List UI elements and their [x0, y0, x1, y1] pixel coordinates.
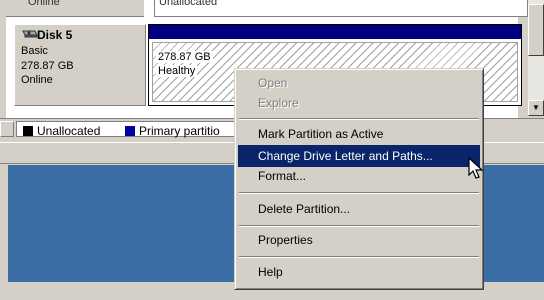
- primary-partition-swatch: [125, 126, 135, 136]
- disk-size: 278.87 GB: [21, 60, 74, 72]
- context-menu: Open Explore Mark Partition as Active Ch…: [234, 68, 484, 290]
- menu-item-format[interactable]: Format...: [238, 165, 480, 187]
- menu-separator: [239, 225, 479, 227]
- partition-status: Healthy: [156, 65, 198, 77]
- previous-partition-label: Unallocated: [159, 0, 218, 8]
- previous-disk-label[interactable]: Online: [6, 0, 144, 17]
- menu-item-open[interactable]: Open: [238, 72, 480, 94]
- previous-disk-partition[interactable]: Unallocated: [154, 0, 528, 17]
- menu-separator: [239, 256, 479, 258]
- menu-item-change-drive-letter[interactable]: Change Drive Letter and Paths...: [238, 145, 480, 167]
- scroll-down-button[interactable]: ▼: [528, 100, 544, 116]
- menu-item-explore[interactable]: Explore: [238, 92, 480, 114]
- menu-separator: [239, 192, 479, 194]
- menu-item-help[interactable]: Help: [238, 261, 480, 283]
- legend-primary-partition: Primary partitio: [139, 124, 220, 138]
- scrollbar-thumb[interactable]: [528, 4, 544, 56]
- disk-status: Online: [21, 74, 53, 86]
- menu-separator: [239, 118, 479, 120]
- menu-item-mark-active[interactable]: Mark Partition as Active: [238, 123, 480, 145]
- vertical-scrollbar[interactable]: ▼: [528, 0, 544, 116]
- legend-box: Unallocated Primary partitio: [16, 121, 240, 138]
- legend-unallocated: Unallocated: [37, 124, 101, 138]
- primary-partition-bar: [149, 25, 521, 39]
- previous-disk-status: Online: [28, 0, 60, 8]
- menu-item-delete-partition[interactable]: Delete Partition...: [238, 198, 480, 220]
- unallocated-swatch: [23, 126, 33, 136]
- partition-size: 278.87 GB: [156, 51, 213, 63]
- disk-5-label[interactable]: Disk 5 Basic 278.87 GB Online: [14, 24, 146, 106]
- disk-name: Disk 5: [37, 28, 73, 42]
- disk-type: Basic: [21, 45, 48, 57]
- legend-grip[interactable]: [0, 121, 14, 137]
- menu-item-properties[interactable]: Properties: [238, 229, 480, 251]
- mouse-pointer-icon: [468, 157, 484, 179]
